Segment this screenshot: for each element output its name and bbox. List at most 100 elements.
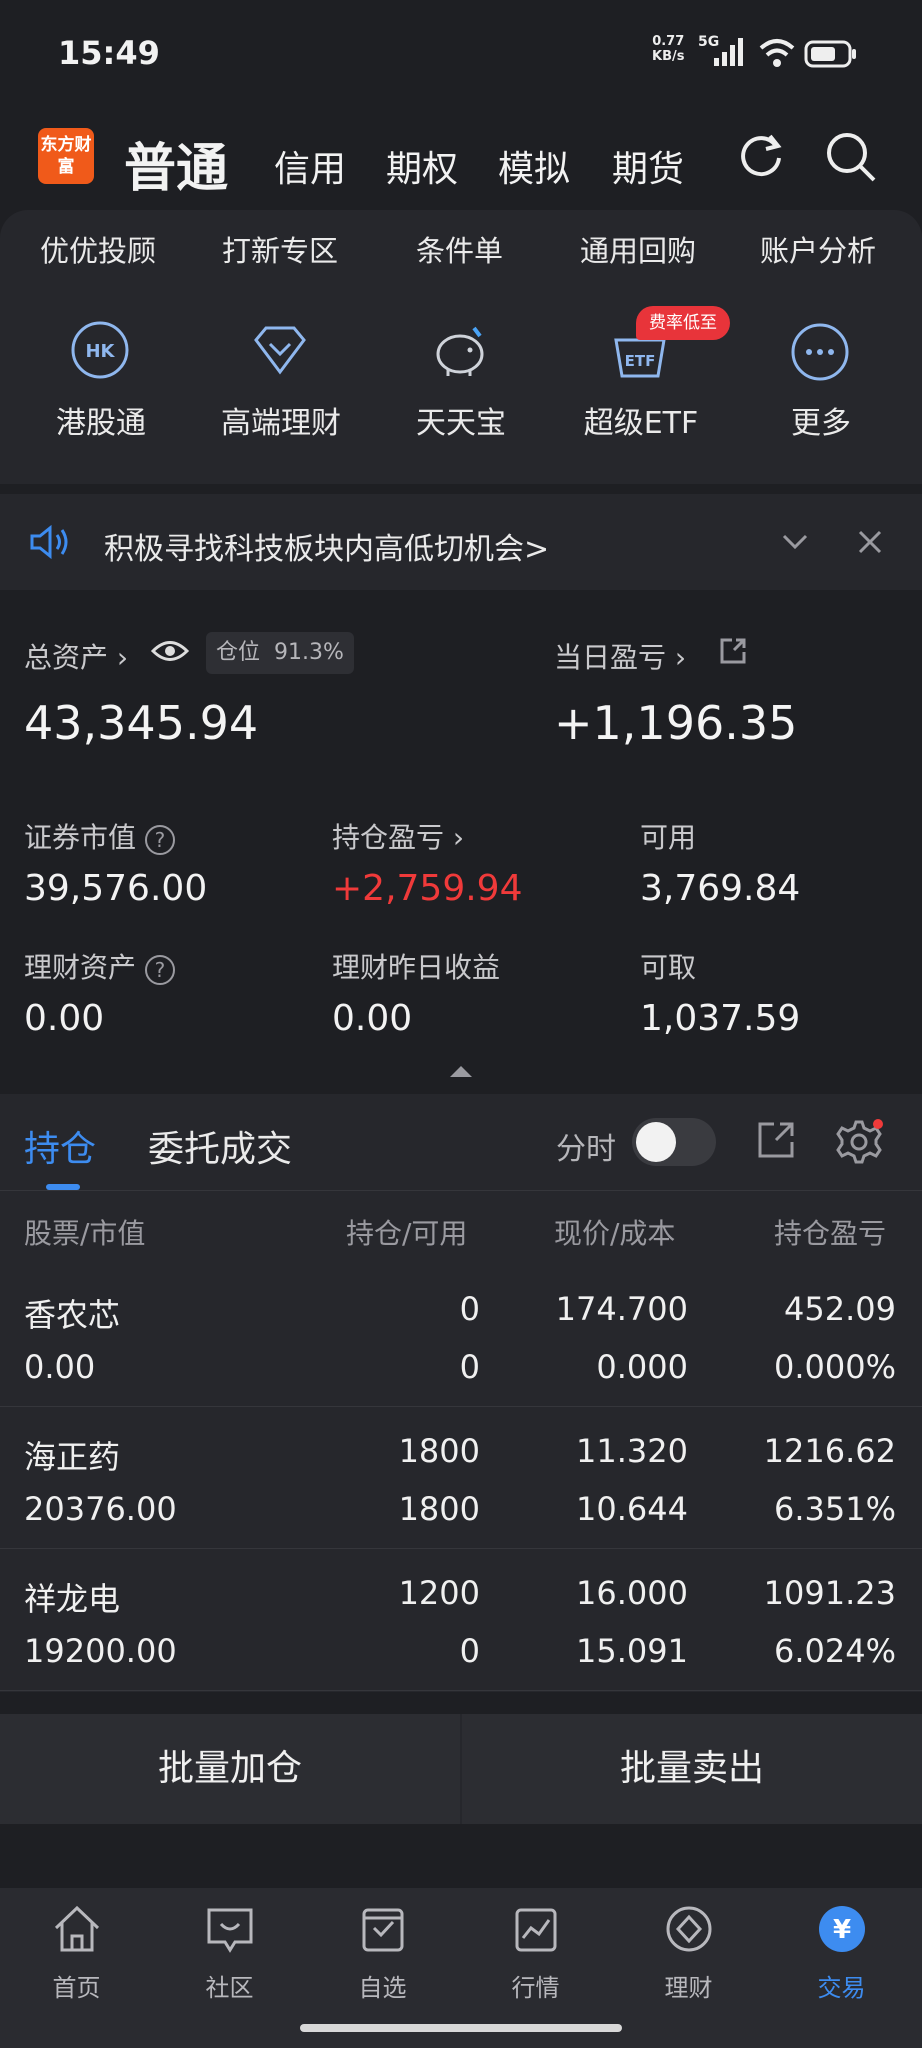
nav-watchlist[interactable]: 自选 [306, 1904, 459, 2003]
tiantianbao-label: 天天宝 [416, 406, 506, 441]
tab-simulation[interactable]: 模拟 [498, 140, 570, 192]
wealth-yesterday-label: 理财昨日收益 [332, 951, 501, 984]
stock-name: 香农芯 [24, 1296, 121, 1334]
piggy-bank-icon [436, 326, 484, 376]
nav-home[interactable]: 首页 [0, 1904, 153, 2003]
row-divider [0, 1548, 922, 1549]
chevron-down-icon[interactable] [780, 530, 810, 554]
total-assets-label[interactable]: 总资产 › [24, 636, 128, 676]
signal-icon [714, 38, 743, 66]
col-holding: 持仓/可用 [346, 1217, 468, 1250]
holding-pl-label[interactable]: 持仓盈亏 › [332, 816, 464, 856]
securities-value: 39,576.00 [24, 868, 208, 909]
settings-icon[interactable] [836, 1118, 886, 1166]
brand-logo[interactable]: 东方财富 [38, 128, 94, 184]
tab-futures[interactable]: 期货 [612, 140, 684, 192]
home-icon [54, 1905, 99, 1952]
holding-pl-pct: 6.024% [773, 1632, 896, 1670]
holding-pl: 1216.62 [763, 1432, 896, 1470]
link-repo[interactable]: 通用回购 [580, 228, 696, 270]
hk-icon: HK [71, 321, 129, 379]
batch-add-button[interactable]: 批量加仓 [0, 1714, 460, 1824]
network-speed: 0.77 KB/s [652, 34, 685, 64]
tab-normal[interactable]: 普通 [124, 126, 228, 201]
close-icon[interactable] [856, 528, 884, 556]
daily-pl-label[interactable]: 当日盈亏 › [554, 636, 686, 676]
super-etf-label: 超级ETF [583, 406, 699, 441]
eye-icon[interactable] [150, 636, 190, 666]
intraday-toggle[interactable] [632, 1118, 716, 1166]
battery-icon [804, 40, 856, 68]
wealth-assets-label: 理财资产 ? [24, 946, 175, 986]
premium-wealth-button[interactable] [250, 322, 310, 384]
watchlist-icon [362, 1908, 403, 1952]
current-price: 16.000 [576, 1574, 688, 1612]
svg-text:HK: HK [85, 341, 115, 362]
more-icon [791, 323, 849, 381]
row-divider [0, 1690, 922, 1691]
available-label: 可用 [640, 821, 697, 854]
refresh-icon[interactable] [736, 130, 786, 180]
nav-wealth[interactable]: 理财 [612, 1904, 765, 2003]
tab-options[interactable]: 期权 [386, 140, 458, 192]
help-icon[interactable]: ? [144, 825, 175, 855]
nav-trade[interactable]: ¥ 交易 [765, 1904, 918, 2003]
securities-value-label: 证券市值 ? [24, 816, 175, 856]
holding-pl: 452.09 [784, 1290, 896, 1328]
hk-connect-label: 港股通 [56, 406, 146, 441]
holding-qty: 1800 [398, 1432, 480, 1470]
holding-pl-pct: 6.351% [773, 1490, 896, 1528]
fee-badge: 费率低至 [636, 306, 730, 340]
link-account-analysis[interactable]: 账户分析 [760, 228, 876, 270]
diamond-icon [254, 326, 306, 375]
hk-connect-button[interactable]: HK [70, 320, 130, 384]
svg-text:¥: ¥ [832, 1915, 850, 1945]
community-icon [207, 1908, 252, 1953]
speaker-icon [30, 524, 68, 560]
link-advisor[interactable]: 优优投顾 [40, 228, 156, 270]
premium-wealth-label: 高端理财 [221, 406, 341, 441]
share-icon[interactable] [718, 636, 748, 666]
cost-price: 15.091 [576, 1632, 688, 1670]
wealth-assets-value: 0.00 [24, 998, 105, 1039]
cost-price: 0.000 [596, 1348, 688, 1386]
export-icon[interactable] [756, 1120, 796, 1160]
cost-price: 10.644 [576, 1490, 688, 1528]
available-value: 3,769.84 [640, 868, 801, 909]
holding-pl-value: +2,759.94 [332, 868, 523, 909]
more-label: 更多 [791, 406, 851, 441]
collapse-arrow-icon[interactable] [448, 1064, 474, 1078]
wealth-yesterday-value: 0.00 [332, 998, 413, 1039]
link-condition-order[interactable]: 条件单 [416, 228, 503, 270]
nav-market[interactable]: 行情 [459, 1904, 612, 2003]
available-qty: 0 [459, 1632, 480, 1670]
daily-pl-value: +1,196.35 [554, 696, 798, 750]
batch-sell-button[interactable]: 批量卖出 [462, 1714, 922, 1824]
spacer [0, 1692, 922, 1714]
position-ratio-badge: 仓位 91.3% [206, 632, 354, 674]
stock-market-value: 20376.00 [24, 1490, 177, 1528]
help-icon[interactable]: ? [144, 955, 175, 985]
intraday-toggle-label: 分时 [556, 1132, 616, 1167]
stock-name: 祥龙电 [24, 1580, 121, 1618]
total-assets-value: 43,345.94 [24, 696, 259, 750]
search-icon[interactable] [824, 130, 878, 184]
more-button[interactable] [790, 322, 850, 386]
current-price: 11.320 [576, 1432, 688, 1470]
tab-orders[interactable]: 委托成交 [148, 1120, 292, 1172]
link-ipo[interactable]: 打新专区 [222, 228, 338, 270]
tiantianbao-button[interactable] [430, 322, 492, 384]
announcement-text[interactable]: 积极寻找科技板块内高低切机会> [104, 524, 549, 568]
chart-icon [515, 1908, 556, 1952]
stock-market-value: 19200.00 [24, 1632, 177, 1670]
nav-community[interactable]: 社区 [153, 1904, 306, 2003]
withdrawable-value: 1,037.59 [640, 998, 801, 1039]
available-qty: 0 [459, 1348, 480, 1386]
holding-pl: 1091.23 [763, 1574, 896, 1612]
home-indicator[interactable] [300, 2024, 622, 2032]
col-price: 现价/成本 [554, 1217, 676, 1250]
col-stock: 股票/市值 [24, 1217, 146, 1250]
tab-credit[interactable]: 信用 [274, 140, 346, 192]
tab-holdings[interactable]: 持仓 [24, 1120, 96, 1172]
status-time: 15:49 [58, 34, 160, 72]
